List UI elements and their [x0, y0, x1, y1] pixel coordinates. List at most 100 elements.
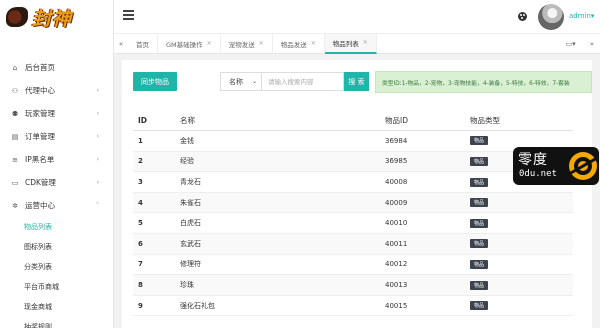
- type-badge: 物品: [470, 156, 489, 166]
- column-header-item-id[interactable]: 物品ID: [385, 110, 470, 132]
- tab-home[interactable]: 首页: [128, 33, 158, 54]
- logo-emblem: [6, 7, 28, 27]
- table-row[interactable]: 4 朱雀石 40009 物品: [133, 192, 573, 214]
- search-button[interactable]: 搜 索: [344, 72, 369, 91]
- players-icon: ⚉: [11, 109, 19, 118]
- column-header-id[interactable]: ID: [133, 110, 180, 132]
- home-icon: ⌂: [12, 63, 18, 72]
- cell-name: 白虎石: [180, 212, 385, 235]
- cell-id: 8: [133, 274, 180, 296]
- username-menu[interactable]: admin▾: [569, 12, 594, 20]
- sidebar-item-home[interactable]: ⌂ 后台首页: [0, 56, 113, 79]
- top-header: admin▾: [114, 0, 600, 34]
- cdk-icon: ▭: [11, 178, 19, 187]
- subitem-lottery-rules[interactable]: 抽奖规则: [0, 317, 113, 328]
- menu-toggle-icon[interactable]: [123, 10, 134, 20]
- tab-pet-send[interactable]: 宠物发送 ✕: [221, 33, 273, 54]
- cell-name: 青龙石: [180, 171, 385, 193]
- tab-label: 宠物发送: [228, 40, 255, 49]
- chevron-down-icon: ˅: [96, 202, 99, 209]
- cell-item-id: 40010: [385, 212, 470, 235]
- type-badge: 物品: [470, 259, 489, 269]
- table-row[interactable]: 1 金钱 36984 物品: [133, 130, 573, 152]
- cell-name: 经验: [180, 151, 385, 173]
- cell-item-id: 40011: [385, 233, 470, 255]
- table-row[interactable]: 7 修理符 40012 物品: [133, 254, 573, 276]
- sidebar-item-players[interactable]: ⚉ 玩家管理 ›: [0, 102, 113, 125]
- tabs-dropdown-icon[interactable]: ▭▾: [566, 40, 576, 48]
- tab-label: 物品发送: [280, 40, 307, 49]
- palette-icon[interactable]: [518, 12, 527, 21]
- search-input[interactable]: [262, 72, 344, 91]
- type-badge: 物品: [470, 239, 489, 249]
- cell-item-id: 36984: [385, 130, 470, 152]
- tabs-scroll-right-icon[interactable]: »: [590, 40, 594, 48]
- type-badge: 物品: [470, 198, 489, 208]
- sidebar-item-orders[interactable]: ▤ 订单管理 ›: [0, 125, 113, 148]
- cell-id: 6: [133, 233, 180, 255]
- table-row[interactable]: 2 经验 36985 物品: [133, 151, 573, 173]
- tab-item-list[interactable]: 物品列表 ✕: [324, 33, 377, 54]
- tab-item-send[interactable]: 物品发送 ✕: [273, 33, 325, 54]
- tab-gm-basic[interactable]: GM基础操作 ✕: [158, 33, 221, 54]
- watermark-url: 0du.net: [519, 169, 557, 179]
- cell-name: 修理符: [180, 254, 385, 276]
- list-icon: ≡: [12, 155, 18, 164]
- type-badge: 物品: [470, 136, 489, 146]
- table-row[interactable]: 8 珍珠 40013 物品: [133, 274, 573, 296]
- sidebar-item-label: 代理中心: [25, 86, 55, 95]
- sidebar-item-cdk[interactable]: ▭ CDK管理 ›: [0, 171, 113, 194]
- users-icon: ⚇: [11, 86, 19, 95]
- column-header-item-type[interactable]: 物品类型: [470, 110, 573, 132]
- tab-label: GM基础操作: [166, 40, 203, 49]
- sidebar-item-agent[interactable]: ⚇ 代理中心 ›: [0, 79, 113, 102]
- cell-id: 3: [133, 171, 180, 193]
- logo[interactable]: 封神: [0, 0, 113, 34]
- chevron-right-icon: ›: [96, 179, 99, 186]
- sidebar-nav: ⌂ 后台首页 ⚇ 代理中心 › ⚉ 玩家管理 › ▤ 订单管理 › ≡ IP黑名…: [0, 56, 113, 328]
- table-row[interactable]: 6 玄武石 40011 物品: [133, 233, 573, 255]
- subitem-cash-shop[interactable]: 现金商城: [0, 297, 113, 317]
- close-icon[interactable]: ✕: [259, 40, 264, 47]
- cell-name: 珍珠: [180, 274, 385, 296]
- sidebar-item-operations[interactable]: ✲ 运营中心 ˅: [0, 194, 113, 217]
- subitem-item-list[interactable]: 物品列表: [0, 217, 113, 237]
- close-icon[interactable]: ✕: [311, 40, 316, 47]
- cell-name: 玄武石: [180, 233, 385, 255]
- cell-item-type: 物品: [470, 233, 573, 255]
- close-icon[interactable]: ✕: [363, 39, 368, 46]
- table-row[interactable]: 5 白虎石 40010 物品: [133, 212, 573, 235]
- sidebar: 封神 ⌂ 后台首页 ⚇ 代理中心 › ⚉ 玩家管理 › ▤ 订单管理 › ≡ I…: [0, 0, 114, 328]
- subitem-coin-shop[interactable]: 平台币商城: [0, 277, 113, 297]
- cell-id: 5: [133, 212, 180, 235]
- watermark-text: 零度: [518, 152, 548, 168]
- gear-icon: ✲: [12, 201, 18, 210]
- close-icon[interactable]: ✕: [207, 40, 212, 47]
- cell-item-id: 40013: [385, 274, 470, 296]
- type-badge: 物品: [470, 301, 489, 311]
- cell-item-id: 40009: [385, 192, 470, 214]
- sidebar-item-label: 玩家管理: [25, 109, 55, 118]
- type-hint-alert: 类型ID:1-物品，2-宠物，3-宠物技能，4-装备，5-特技，6-特效，7-套…: [375, 71, 592, 93]
- cell-name: 朱雀石: [180, 192, 385, 214]
- table-row[interactable]: 9 强化石礼包 40015 物品: [133, 295, 573, 317]
- cell-item-type: 物品: [470, 274, 573, 296]
- chevron-right-icon: ›: [96, 133, 99, 140]
- cell-item-type: 物品: [470, 295, 573, 317]
- chevron-right-icon: ›: [96, 110, 99, 117]
- avatar[interactable]: [538, 4, 564, 30]
- cell-id: 4: [133, 192, 180, 214]
- column-header-name[interactable]: 名称: [180, 110, 385, 132]
- sidebar-item-label: 后台首页: [25, 63, 55, 72]
- subitem-category-list[interactable]: 分类列表: [0, 257, 113, 277]
- subitem-icon-list[interactable]: 图标列表: [0, 237, 113, 257]
- sidebar-item-ip-blacklist[interactable]: ≡ IP黑名单 ›: [0, 148, 113, 171]
- table-header-row: ID 名称 物品ID 物品类型: [133, 110, 573, 132]
- table-row[interactable]: 3 青龙石 40008 物品: [133, 171, 573, 193]
- sync-items-button[interactable]: 同步物品: [133, 72, 177, 91]
- cell-item-id: 40008: [385, 171, 470, 193]
- cell-item-id: 40012: [385, 254, 470, 276]
- search-type-select[interactable]: 名称 ⌄: [220, 72, 262, 91]
- cell-item-id: 40015: [385, 295, 470, 317]
- tabs-scroll-left-icon[interactable]: «: [114, 40, 128, 48]
